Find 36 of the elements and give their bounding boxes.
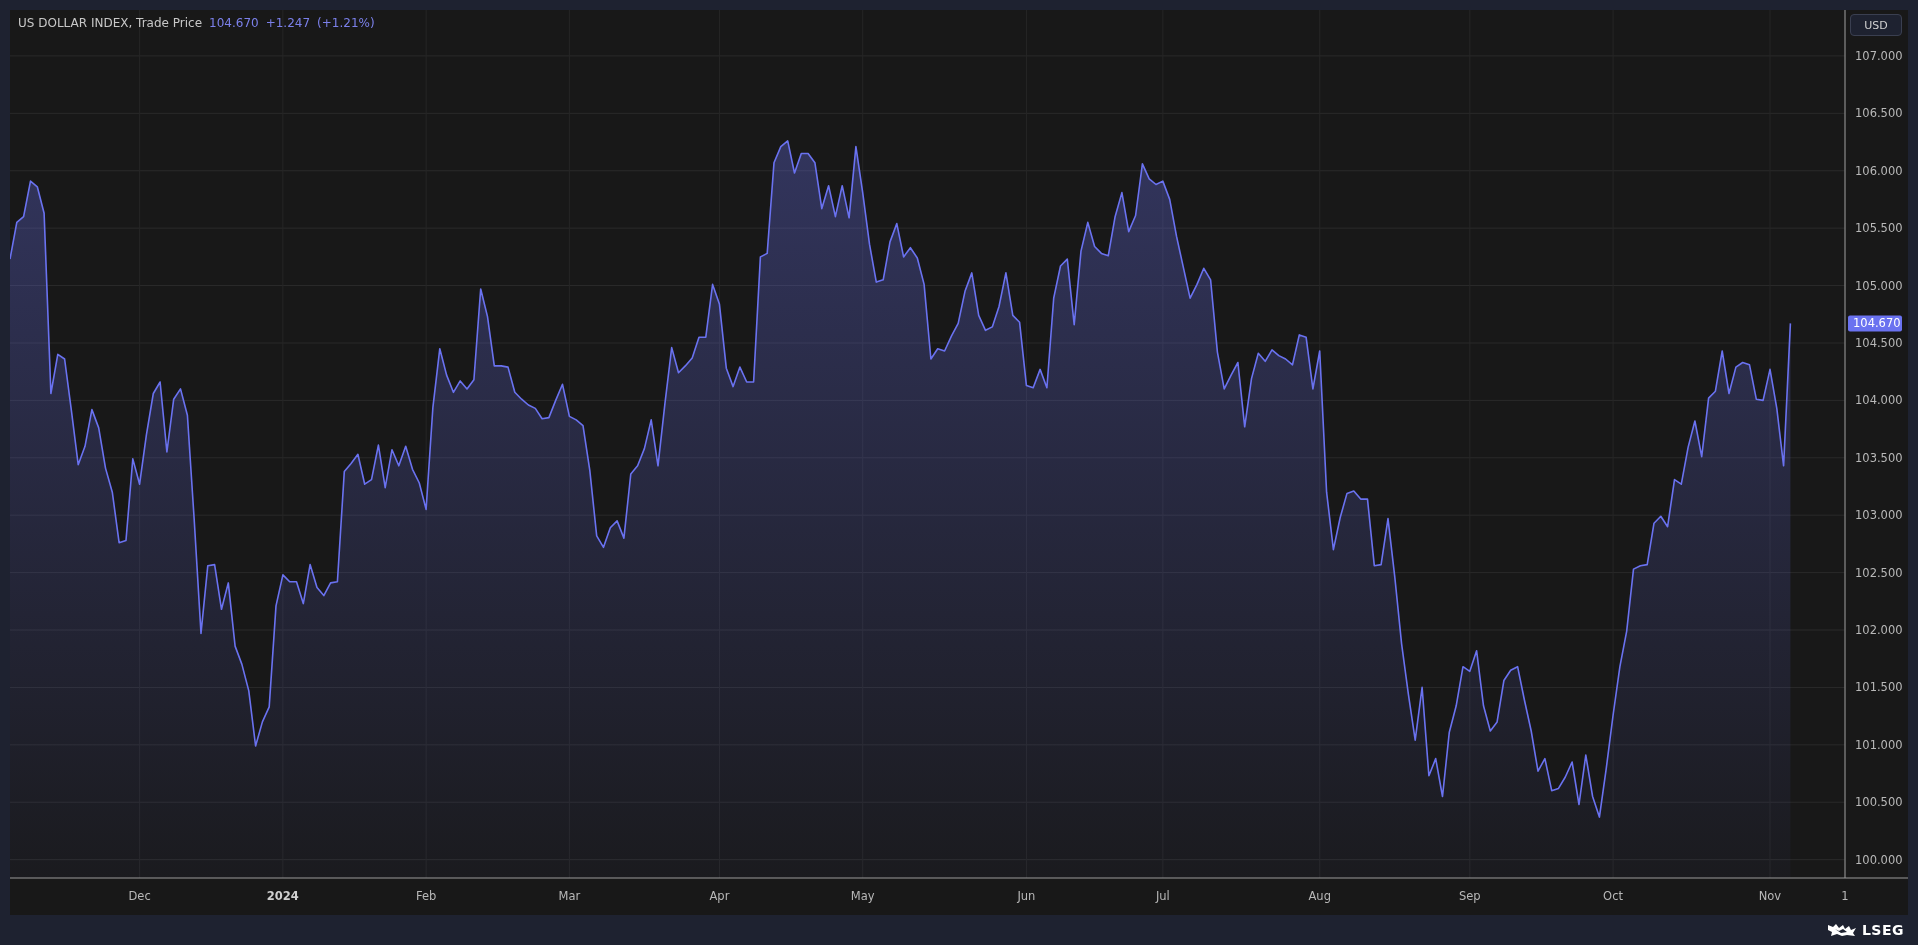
axis-label: 106.000 bbox=[1855, 163, 1903, 178]
axis-label: 105.500 bbox=[1855, 221, 1903, 236]
axis-label: 104.500 bbox=[1855, 335, 1903, 350]
brand-name: LSEG bbox=[1861, 922, 1904, 938]
currency-button[interactable]: USD bbox=[1850, 14, 1902, 36]
axis-label: May bbox=[850, 889, 875, 903]
axis-label: 103.500 bbox=[1855, 450, 1903, 465]
axis-label: 102.000 bbox=[1855, 623, 1903, 637]
axis-label: 107.000 bbox=[1855, 48, 1903, 63]
axis-label: 1 bbox=[1841, 889, 1849, 903]
axis-label: Oct bbox=[1603, 889, 1623, 903]
axis-label: Jul bbox=[1155, 889, 1170, 903]
axis-label: 101.000 bbox=[1855, 737, 1903, 752]
axis-label: Jun bbox=[1017, 889, 1036, 903]
price-value: 104.670 bbox=[209, 16, 259, 30]
axis-label: 102.500 bbox=[1855, 565, 1903, 580]
axis-label: 106.500 bbox=[1855, 106, 1903, 121]
axis-label: Feb bbox=[415, 889, 437, 903]
axis-label: Apr bbox=[709, 889, 730, 903]
axis-label: 104.000 bbox=[1855, 393, 1903, 408]
logo-icon bbox=[1826, 923, 1857, 937]
axis-label: 101.500 bbox=[1855, 680, 1903, 695]
axis-label: Mar bbox=[558, 889, 581, 903]
price-tag: 104.670 bbox=[1848, 315, 1902, 332]
axis-label: 105.000 bbox=[1855, 278, 1903, 293]
axis-label: Dec bbox=[128, 889, 151, 903]
axis-label: Aug bbox=[1308, 889, 1331, 903]
axis-label: 100.500 bbox=[1855, 795, 1903, 810]
axis-label: 103.000 bbox=[1855, 508, 1903, 523]
chart-title: US DOLLAR INDEX, Trade Price bbox=[18, 16, 203, 30]
axis-label: 100.000 bbox=[1855, 852, 1903, 867]
axis-label: Sep bbox=[1458, 889, 1481, 903]
change-value: +1.247 bbox=[265, 16, 311, 30]
change-percent: (+1.21%) bbox=[317, 16, 375, 30]
axis-label: Nov bbox=[1758, 889, 1782, 903]
axis-label: 2024 bbox=[266, 889, 299, 903]
